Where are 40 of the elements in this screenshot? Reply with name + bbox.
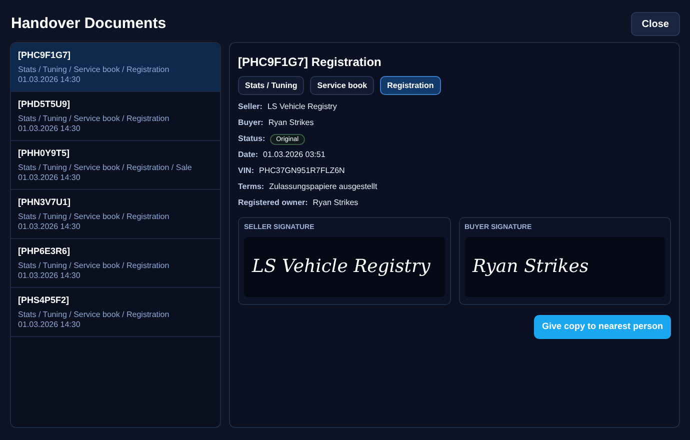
document-sections: Stats / Tuning / Service book / Registration — [18, 261, 213, 271]
field-value: LS Vehicle Registry — [267, 101, 337, 113]
tab[interactable]: Stats / Tuning — [238, 76, 304, 95]
field-value: Ryan Strikes — [268, 117, 314, 129]
document-id: [PHS4P5F2] — [18, 294, 70, 306]
document-id: [PHC9F1G7] — [18, 49, 72, 61]
field-label: Buyer: — [238, 117, 264, 129]
close-button[interactable]: Close — [630, 12, 680, 36]
document-date: 01.03.2026 14:30 — [18, 320, 82, 330]
document-id: [PHP6E3R6] — [18, 245, 72, 257]
tab[interactable]: Registration — [380, 76, 441, 95]
document-id: [PHH0Y9T5] — [18, 147, 71, 159]
document-id: [PHD5T5U9] — [18, 98, 72, 110]
tab[interactable]: Service book — [310, 76, 374, 95]
field-label: Registered owner: — [238, 197, 308, 209]
document-sections: Stats / Tuning / Service book / Registration — [18, 114, 213, 124]
field-value: PHC37GN951R7FLZ6N — [259, 165, 345, 177]
document-sections: Stats / Tuning / Service book / Registration — [18, 310, 213, 320]
field-value: Ryan Strikes — [312, 197, 358, 209]
field-value: Zulassungspapiere ausgestellt — [269, 181, 378, 193]
document-list-item[interactable]: [PHC9F1G7] Stats / Tuning / Service book / Registration 01.03.2026 14:30 — [11, 43, 220, 92]
document-date: 01.03.2026 14:30 — [18, 271, 82, 281]
document-sections: Stats / Tuning / Service book / Registration — [18, 65, 213, 75]
window-title: Handover Documents — [11, 14, 166, 34]
field-label: VIN: — [238, 165, 254, 177]
document-date: 01.03.2026 14:30 — [18, 173, 82, 183]
document-sections: Stats / Tuning / Service book / Registration — [18, 212, 213, 222]
document-id: [PHN3V7U1] — [18, 196, 72, 208]
signature-text: Ryan Strikes — [472, 256, 589, 278]
document-date: 01.03.2026 14:30 — [18, 75, 82, 85]
field-value: 01.03.2026 03:51 — [263, 149, 326, 161]
signature-text: LS Vehicle Registry — [252, 256, 430, 278]
document-title: [PHC9F1G7] Registration — [238, 54, 382, 71]
field-label: Seller: — [238, 101, 262, 113]
field-label: Terms: — [238, 181, 264, 193]
document-date: 01.03.2026 14:30 — [18, 222, 82, 232]
field-label: Date: — [238, 149, 258, 161]
document-date: 01.03.2026 14:30 — [18, 124, 82, 134]
document-sections: Stats / Tuning / Service book / Registration / Sale — [18, 163, 213, 173]
field-label: Status: — [238, 133, 266, 145]
